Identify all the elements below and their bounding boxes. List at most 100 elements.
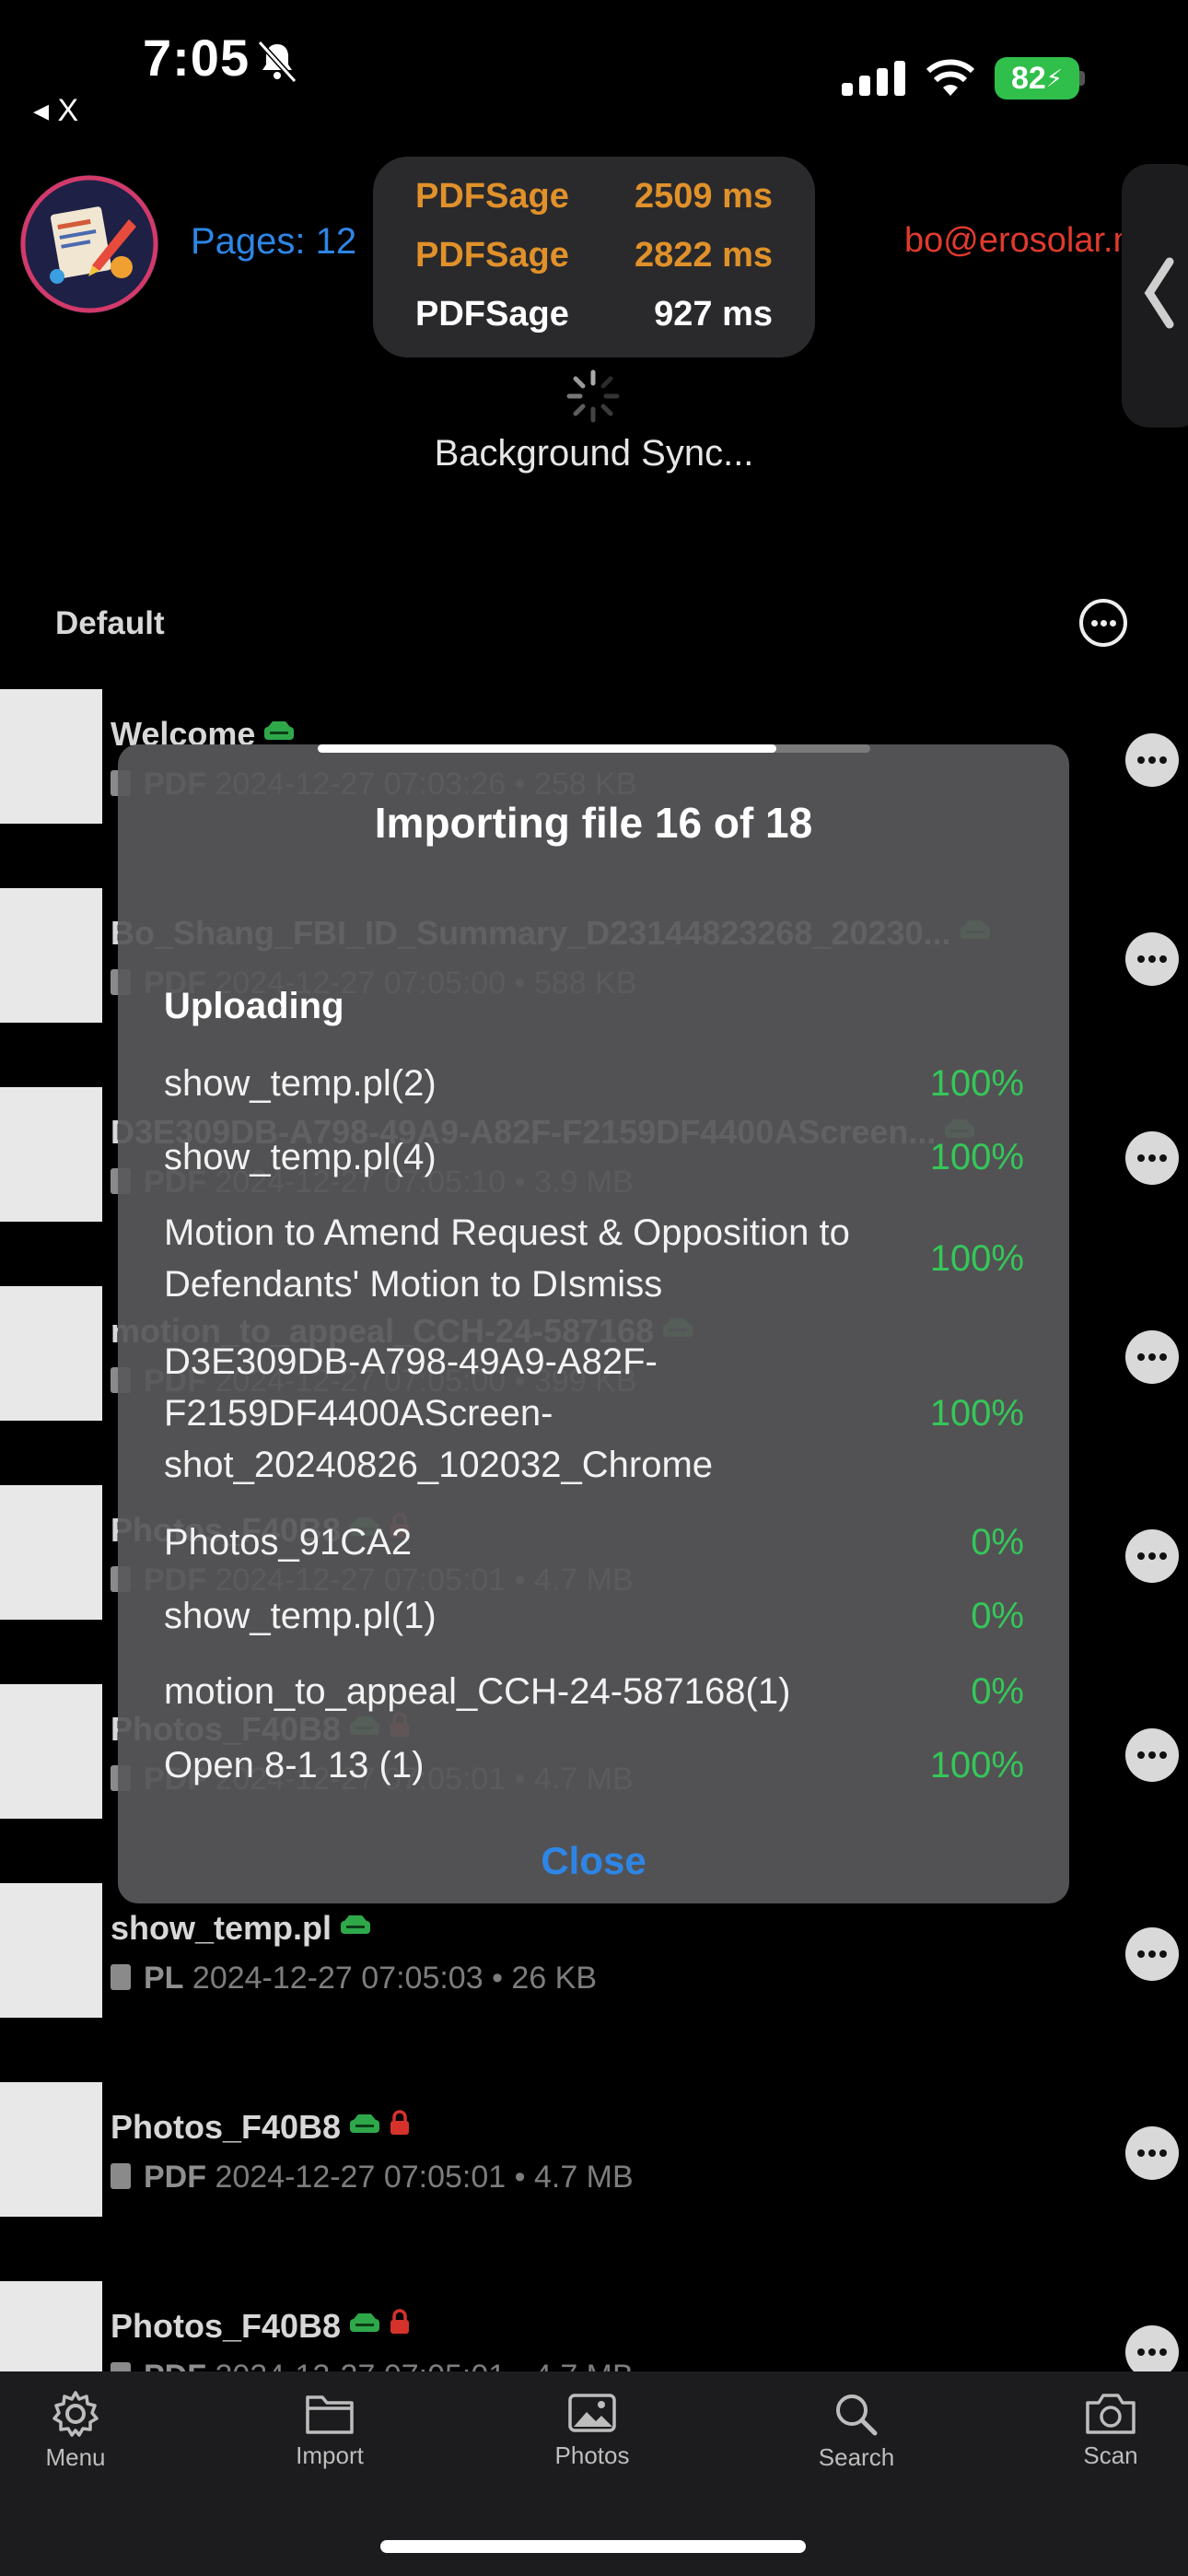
file-name-line: Photos_F40B8	[111, 2307, 411, 2346]
perf-duration: 927 ms	[654, 295, 773, 334]
sync-status: Background Sync...	[434, 433, 754, 474]
file-thumbnail	[0, 689, 102, 824]
tab-label: Menu	[45, 2443, 106, 2471]
upload-file-name: show_temp.pl(4)	[164, 1137, 437, 1177]
home-indicator	[380, 2540, 806, 2553]
wifi-icon	[926, 59, 975, 96]
upload-percent: 100%	[929, 1062, 1024, 1104]
upload-percent: 0%	[971, 1521, 1024, 1563]
file-more-button[interactable]	[1125, 1529, 1179, 1583]
file-name: Photos_F40B8	[111, 2307, 342, 2345]
upload-row: motion_to_appeal_CCH-24-587168(1) 0%	[164, 1666, 1024, 1717]
upload-percent: 0%	[971, 1595, 1024, 1636]
tab-scan[interactable]: Scan	[1037, 2390, 1184, 2470]
upload-row: show_temp.pl(4) 100%	[164, 1131, 1024, 1183]
upload-row: Motion to Amend Request & Opposition to …	[164, 1207, 1024, 1310]
tab-photos[interactable]: Photos	[518, 2390, 666, 2470]
file-meta-line: PDF 2024-12-27 07:05:01 • 4.7 MB	[111, 2160, 634, 2195]
file-more-button[interactable]	[1125, 2126, 1179, 2180]
file-thumbnail	[0, 2082, 102, 2217]
file-thumbnail	[0, 1684, 102, 1819]
tab-search[interactable]: Search	[783, 2390, 930, 2472]
file-name-line: Photos_F40B8	[111, 2108, 411, 2147]
file-row[interactable]: show_temp.pl PL 2024-12-27 07:05:03 • 26 …	[0, 1883, 1188, 2067]
uploading-section-label: Uploading	[164, 986, 344, 1026]
file-type: PDF	[144, 2160, 206, 2195]
upload-file-name: motion_to_appeal_CCH-24-587168(1)	[164, 1671, 791, 1712]
close-button[interactable]: Close	[118, 1839, 1069, 1883]
file-row[interactable]: Photos_F40B8 PDF 2024-12-27 07:05:01 • 4.…	[0, 2082, 1188, 2266]
cloud-drive-icon	[350, 2114, 380, 2133]
upload-file-name: Open 8-1 13 (1)	[164, 1745, 425, 1786]
file-thumbnail	[0, 1087, 102, 1222]
file-meta: 2024-12-27 07:05:03 • 26 KB	[192, 1961, 598, 1996]
file-meta: 2024-12-27 07:05:01 • 4.7 MB	[215, 2160, 634, 2195]
tab-menu[interactable]: Menu	[2, 2390, 149, 2472]
upload-file-name: show_temp.pl(1)	[164, 1596, 437, 1636]
upload-percent: 100%	[929, 1136, 1024, 1177]
tab-label: Scan	[1083, 2441, 1138, 2469]
perf-duration: 2822 ms	[634, 236, 773, 275]
document-icon	[111, 1964, 131, 1990]
chevron-left-icon	[1144, 257, 1174, 329]
page-count-label: Pages: 12	[191, 221, 357, 262]
performance-timings-panel: PDFSage 2509 ms PDFSage 2822 ms PDFSage …	[373, 157, 815, 357]
tab-label: Search	[818, 2443, 895, 2471]
lock-icon	[390, 2309, 410, 2334]
file-thumbnail	[0, 1485, 102, 1620]
import-progress-dialog	[118, 744, 1069, 1903]
file-type: PL	[144, 1961, 184, 1996]
upload-percent: 100%	[929, 1392, 1024, 1434]
lock-icon	[390, 2110, 410, 2135]
tab-import[interactable]: Import	[256, 2390, 403, 2470]
section-more-button[interactable]	[1079, 599, 1127, 647]
file-more-button[interactable]	[1125, 932, 1179, 986]
tab-label: Import	[296, 2441, 364, 2469]
search-icon	[836, 2395, 878, 2436]
file-name: Photos_F40B8	[111, 2108, 342, 2146]
account-email[interactable]: bo@erosolar.n	[904, 221, 1133, 261]
section-title: Default	[55, 605, 165, 641]
gear-icon	[52, 2391, 99, 2437]
upload-row: show_temp.pl(2) 100%	[164, 1058, 1024, 1109]
file-name-line: show_temp.pl	[111, 1909, 372, 1948]
perf-row: PDFSage 927 ms	[415, 295, 773, 334]
side-panel-toggle[interactable]	[1122, 164, 1188, 427]
battery-indicator: 82 ⚡	[995, 57, 1079, 100]
perf-engine-name: PDFSage	[415, 236, 569, 275]
battery-level: 82	[1010, 60, 1046, 96]
upload-row: D3E309DB-A798-49A9-A82F-F2159DF4400AScre…	[164, 1336, 1024, 1491]
cloud-drive-icon	[350, 2313, 380, 2332]
perf-engine-name: PDFSage	[415, 177, 569, 216]
file-more-button[interactable]	[1125, 1330, 1179, 1384]
upload-percent: 0%	[971, 1670, 1024, 1712]
photo-icon	[568, 2394, 616, 2432]
perf-row: PDFSage 2822 ms	[415, 236, 773, 275]
back-to-app-link[interactable]: ◂ X	[33, 92, 78, 129]
upload-file-name: Photos_91CA2	[164, 1522, 413, 1563]
bell-slash-icon	[257, 40, 297, 84]
file-more-button[interactable]	[1125, 1131, 1179, 1185]
loading-spinner-icon	[566, 369, 620, 423]
perf-row: PDFSage 2509 ms	[415, 177, 773, 217]
upload-percent: 100%	[929, 1744, 1024, 1786]
file-more-button[interactable]	[1125, 1927, 1179, 1981]
file-meta-line: PL 2024-12-27 07:05:03 • 26 KB	[111, 1961, 597, 1996]
file-more-button[interactable]	[1125, 733, 1179, 787]
upload-file-name: D3E309DB-A798-49A9-A82F-F2159DF4400AScre…	[164, 1341, 714, 1485]
file-thumbnail	[0, 888, 102, 1023]
app-logo[interactable]	[20, 175, 158, 313]
battery-cap	[1079, 71, 1085, 86]
dialog-title: Importing file 16 of 18	[374, 799, 813, 847]
file-thumbnail	[0, 1883, 102, 2018]
camera-icon	[1086, 2394, 1136, 2434]
document-icon	[111, 2163, 131, 2189]
cloud-drive-icon	[341, 1915, 371, 1934]
upload-file-name: Motion to Amend Request & Opposition to …	[164, 1212, 850, 1305]
status-time: 7:05	[143, 29, 250, 87]
cellular-signal-icon	[842, 61, 905, 96]
file-more-button[interactable]	[1125, 1728, 1179, 1782]
folder-icon	[306, 2395, 354, 2434]
upload-file-name: show_temp.pl(2)	[164, 1063, 437, 1104]
perf-engine-name: PDFSage	[415, 295, 569, 334]
